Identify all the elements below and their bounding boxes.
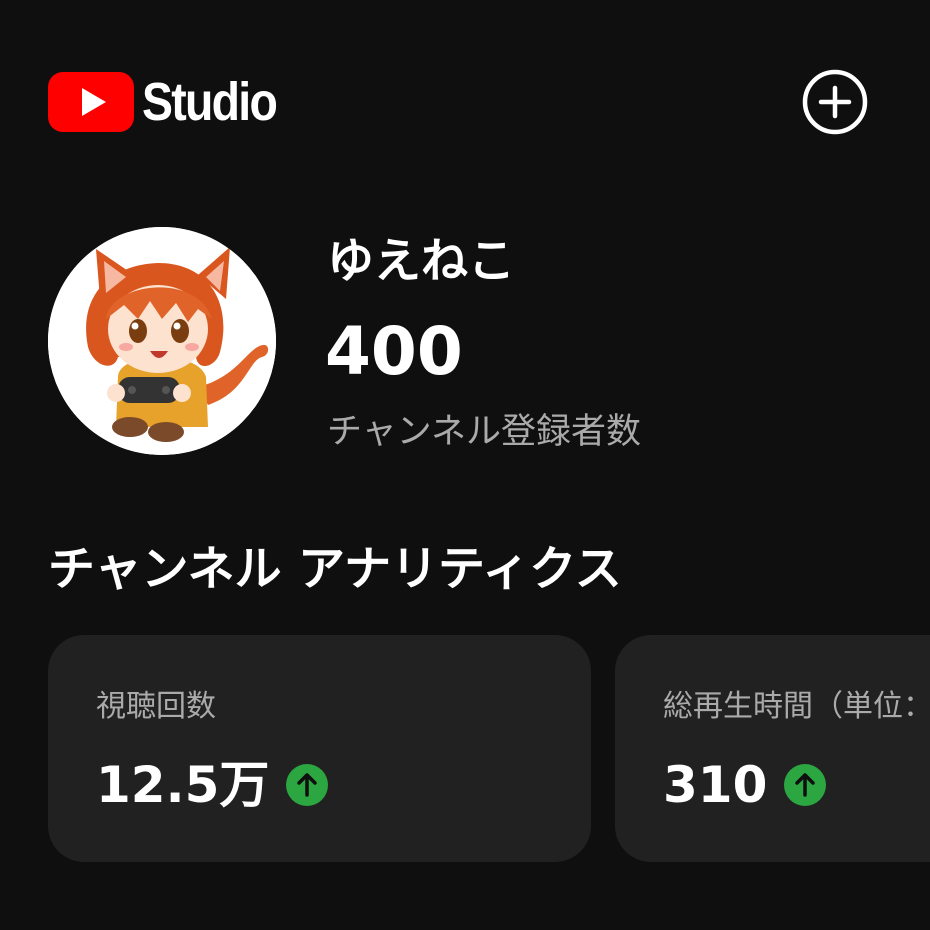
youtube-play-icon <box>48 72 134 132</box>
app-header: Studio <box>48 66 882 138</box>
cat-girl-avatar-icon <box>48 227 276 455</box>
card-value: 310 <box>663 756 768 814</box>
subscriber-count: 400 <box>325 313 463 390</box>
channel-name: ゆえねこ <box>327 234 515 289</box>
subscriber-label: チャンネル登録者数 <box>327 412 641 452</box>
analytics-card-watch-time[interactable]: 総再生時間（単位： 310 <box>615 635 930 862</box>
analytics-section-title: チャンネル アナリティクス <box>48 542 622 597</box>
card-value: 12.5万 <box>96 756 270 814</box>
card-label: 総再生時間（単位： <box>663 689 930 724</box>
analytics-card-views[interactable]: 視聴回数 12.5万 <box>48 635 591 862</box>
card-label: 視聴回数 <box>96 689 216 724</box>
arrow-up-icon <box>784 764 827 806</box>
channel-avatar[interactable] <box>48 227 276 455</box>
add-circle-icon <box>802 69 868 135</box>
card-value-row: 12.5万 <box>96 749 329 821</box>
logo-text: Studio <box>142 72 278 132</box>
create-button[interactable] <box>802 69 868 135</box>
card-value-row: 310 <box>663 749 827 821</box>
arrow-up-icon <box>286 764 329 806</box>
youtube-studio-logo[interactable]: Studio <box>48 72 298 132</box>
